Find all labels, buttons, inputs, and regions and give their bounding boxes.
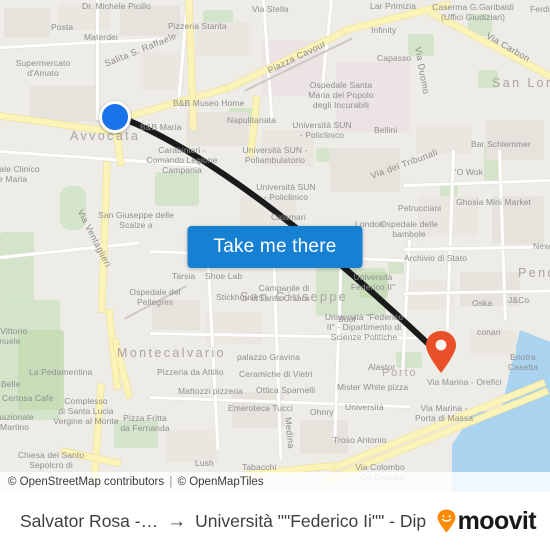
map-poi-label: Emeroteca Tucci bbox=[228, 403, 293, 413]
map-poi-label: Ospedale del Pellegrini bbox=[129, 287, 181, 307]
map-poi-label: Petrucciani bbox=[398, 203, 442, 213]
map-poi-label: Università SUN - Policlinico bbox=[292, 120, 352, 140]
openmaptiles-attribution[interactable]: © OpenMapTiles bbox=[178, 476, 264, 488]
map-poi-label: ex Ospedale Clinico Gesù e Maria bbox=[0, 164, 40, 184]
map-poi-label: Enotra Casetta bbox=[508, 352, 538, 372]
map-attribution: © OpenStreetMap contributors | © OpenMap… bbox=[0, 472, 550, 492]
map-poi-label: Bar Schlemmer bbox=[471, 139, 531, 149]
map-poi-label: Troso Antonio bbox=[333, 435, 387, 445]
map-poi-label: Dr. Michele Picillo bbox=[82, 1, 151, 11]
map-area-label: Pendino bbox=[518, 266, 550, 280]
attribution-separator: | bbox=[169, 476, 173, 488]
arrow-right-icon: → bbox=[167, 510, 187, 532]
map-poi-label: Capasso bbox=[377, 53, 412, 63]
map-poi-label: Università SUN - Policlinico bbox=[256, 182, 316, 202]
map-poi-label: Caserma G.Garibaldi (Uffici Giudiziari) bbox=[432, 2, 514, 22]
map-area-label: Montecalvario bbox=[117, 346, 227, 360]
map-poi-label: Carabinieri - Comando Legione Campania bbox=[146, 145, 218, 175]
map-poi-label: Ghosia Mini Market bbox=[456, 197, 532, 207]
moovit-pin-icon bbox=[437, 509, 456, 533]
map-poi-label: J&Co bbox=[508, 295, 530, 305]
map-poi-label: Ceramiche di Vietri bbox=[239, 369, 313, 379]
map-poi-label: Università SUN - Poliambulatorio bbox=[242, 145, 308, 165]
moovit-trip-map-screen: Dr. Michele Picillo Posta Materdei Pizzeria… bbox=[0, 0, 550, 550]
map-poi-label: Tarsia bbox=[172, 271, 196, 281]
moovit-logo[interactable]: moovit bbox=[437, 506, 537, 536]
map-area-label: San Lorenzo bbox=[492, 76, 550, 90]
moovit-wordmark: moovit bbox=[457, 506, 537, 535]
map-poi-label: Museo nazionale di San Martino bbox=[0, 412, 34, 432]
map-poi-label: conan bbox=[477, 327, 501, 337]
map-poi-label: Bellini bbox=[374, 125, 398, 135]
map-poi-label: B&B Museo Home bbox=[173, 98, 245, 108]
map-poi-label: Posta bbox=[51, 22, 74, 32]
map-poi-label: Napulitanata bbox=[227, 115, 276, 125]
map-area-label: San Giuseppe bbox=[240, 290, 349, 304]
map-poi-label: New S bbox=[533, 241, 550, 251]
map-poi-label: Pizzeria Starita bbox=[168, 21, 227, 31]
map-poi-label: Ferdin bbox=[530, 4, 550, 14]
map-poi-label: La Pedamentina bbox=[29, 367, 93, 377]
map-poi-label: Mattozzi pizzeria bbox=[178, 386, 243, 396]
map-area-label: Porto bbox=[382, 367, 418, 379]
map-poi-label: Via Marina - Orefici bbox=[427, 377, 502, 387]
osm-attribution[interactable]: © OpenStreetMap contributors bbox=[8, 476, 164, 488]
map-poi-label: Università Federico II" bbox=[350, 272, 396, 292]
map-poi-label: Pizza Fritta da Fernanda bbox=[120, 413, 170, 433]
map-poi-label: Boof bbox=[338, 314, 356, 324]
map-poi-label: Corso Vittorio Emanuele bbox=[0, 326, 28, 346]
map-poi-label: Belle bbox=[1, 379, 21, 389]
map-area-label: Avvocata bbox=[70, 129, 141, 143]
trip-origin-label[interactable]: Salvator Rosa -… bbox=[20, 511, 158, 532]
map-poi-label: Università "Federico II" - Dipartimento … bbox=[324, 312, 404, 342]
map-poi-label: Ottica Sparnelli bbox=[256, 385, 316, 395]
take-me-there-button[interactable]: Take me there bbox=[187, 226, 363, 268]
map-poi-label: Ospedale Santa Maria del Popolo degli In… bbox=[308, 80, 374, 110]
origin-dot-icon[interactable] bbox=[99, 101, 131, 133]
map-poi-label: Ospedale delle bambole bbox=[379, 219, 439, 239]
map-poi-label: Università bbox=[345, 402, 384, 412]
map-poi-label: palazzo Gravina bbox=[237, 352, 300, 362]
map-poi-label: Tabacchi bbox=[242, 462, 277, 472]
map-poi-label: Shoe Lab bbox=[205, 271, 243, 281]
map-poi-label: Supermercato d'Amato bbox=[15, 58, 71, 78]
destination-pin-icon[interactable] bbox=[424, 330, 458, 374]
map-poi-label: Mister White pizza bbox=[337, 382, 409, 392]
map-poi-label: Lush bbox=[195, 458, 214, 468]
map-canvas[interactable]: Dr. Michele Picillo Posta Materdei Pizzeria… bbox=[0, 0, 550, 492]
map-poi-label: Certosa Cafe bbox=[2, 393, 54, 403]
map-poi-label: Archivio di Stato bbox=[404, 253, 468, 263]
map-poi-label: Pizzeria da Attilio bbox=[157, 367, 224, 377]
map-poi-label: San Giuseppe delle Scalze a bbox=[98, 210, 174, 230]
map-poi-label: Lar Primizia bbox=[370, 1, 417, 11]
map-poi-label: Materdei bbox=[84, 32, 118, 42]
map-poi-label: Chiesa del Santo Sepolcro di bbox=[17, 450, 85, 470]
trip-endpoints: Salvator Rosa -… → Università ""Federico… bbox=[20, 511, 427, 532]
map-poi-label: Oska bbox=[472, 298, 493, 308]
map-poi-label: Via Marina - Porta di Massa bbox=[414, 403, 474, 423]
map-poi-label: Infinity bbox=[371, 25, 397, 35]
trip-destination-label[interactable]: Università ""Federico Ii"" - Diparti… bbox=[195, 511, 427, 532]
map-poi-label: B&B Maria bbox=[140, 122, 182, 132]
map-poi-label: Complesso di Santa Lucia Vergine al Mont… bbox=[53, 396, 119, 426]
map-poi-label: 'O Wok bbox=[455, 167, 484, 177]
trip-summary-bar: Salvator Rosa -… → Università ""Federico… bbox=[0, 492, 550, 550]
map-poi-label: Via Stella bbox=[252, 4, 289, 14]
map-poi-label: Calamari bbox=[271, 212, 306, 222]
map-poi-label: Ohnry bbox=[310, 407, 334, 417]
